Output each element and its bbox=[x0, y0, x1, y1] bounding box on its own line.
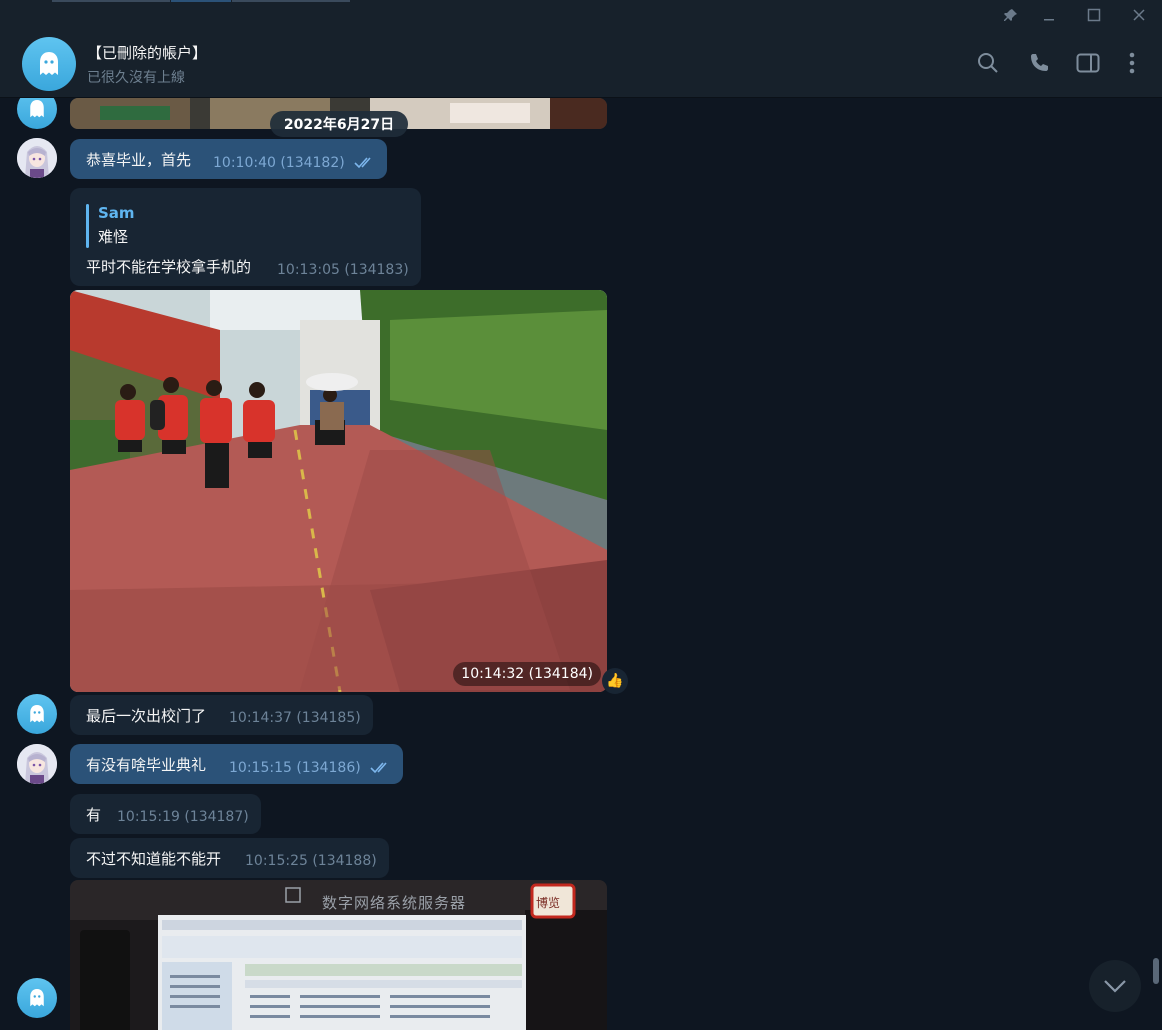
tab-indicator[interactable] bbox=[232, 0, 350, 2]
chat-title[interactable]: 【已刪除的帳户】 bbox=[87, 42, 207, 63]
chat-avatar[interactable] bbox=[22, 37, 76, 91]
photo-message[interactable]: 数字网络系统服务器 博览 bbox=[70, 880, 607, 1030]
message-time: 10:13:05 (134183) bbox=[277, 262, 409, 278]
ghost-icon bbox=[30, 100, 44, 118]
sidebar-toggle-icon[interactable] bbox=[1075, 50, 1101, 76]
anime-avatar-image bbox=[17, 744, 57, 784]
close-icon[interactable] bbox=[1127, 4, 1151, 26]
outgoing-message[interactable]: 恭喜毕业，首先 10:10:40 (134182) bbox=[70, 139, 387, 179]
chat-header: 【已刪除的帳户】 已很久沒有上線 bbox=[0, 30, 1162, 98]
sender-avatar[interactable] bbox=[17, 694, 57, 734]
reply-text[interactable]: 难怪 bbox=[98, 226, 128, 247]
more-menu-icon[interactable] bbox=[1119, 50, 1145, 76]
message-time: 10:15:19 (134187) bbox=[117, 809, 249, 825]
message-time: 10:14:37 (134185) bbox=[229, 710, 361, 726]
message-text: 最后一次出校门了 bbox=[86, 707, 207, 725]
ghost-icon bbox=[40, 52, 58, 75]
incoming-message[interactable]: 最后一次出校门了 10:14:37 (134185) bbox=[70, 695, 373, 735]
anime-avatar-image bbox=[17, 138, 57, 178]
photo-sign-text: 数字网络系统服务器 bbox=[322, 894, 467, 912]
message-time: 10:15:15 (134186) bbox=[229, 760, 361, 776]
incoming-message[interactable]: Sam 难怪 平时不能在学校拿手机的 10:13:05 (134183) bbox=[70, 188, 421, 286]
message-text: 平时不能在学校拿手机的 bbox=[86, 258, 252, 276]
photo-stamp-text: 博览 bbox=[536, 896, 561, 910]
my-avatar[interactable] bbox=[17, 744, 57, 784]
sender-avatar[interactable] bbox=[17, 98, 57, 129]
date-separator: 2022年6月27日 bbox=[270, 111, 408, 137]
pin-icon[interactable] bbox=[999, 4, 1023, 26]
reaction-thumbs-up[interactable]: 👍 bbox=[602, 668, 628, 694]
read-checks-icon bbox=[354, 157, 371, 169]
photo-image bbox=[70, 290, 607, 692]
minimize-icon[interactable] bbox=[1037, 4, 1061, 26]
scroll-to-bottom-button[interactable] bbox=[1089, 960, 1141, 1012]
message-text: 恭喜毕业，首先 bbox=[86, 151, 192, 169]
sender-avatar[interactable] bbox=[17, 978, 57, 1018]
message-time: 10:15:25 (134188) bbox=[245, 853, 377, 869]
search-icon[interactable] bbox=[975, 50, 1001, 76]
chevron-down-icon bbox=[1104, 980, 1126, 993]
maximize-icon[interactable] bbox=[1082, 4, 1106, 26]
photo-time-overlay: 10:14:32 (134184) bbox=[453, 662, 601, 686]
message-text: 有没有啥毕业典礼 bbox=[86, 756, 207, 774]
read-checks-icon bbox=[370, 762, 387, 774]
chat-status: 已很久沒有上線 bbox=[87, 70, 185, 86]
outgoing-message[interactable]: 有没有啥毕业典礼 10:15:15 (134186) bbox=[70, 744, 403, 784]
message-text: 有 bbox=[86, 806, 102, 824]
phone-icon[interactable] bbox=[1026, 50, 1052, 76]
ghost-icon bbox=[30, 989, 44, 1007]
scrollbar-thumb[interactable] bbox=[1153, 958, 1159, 984]
ghost-icon bbox=[30, 705, 44, 723]
my-avatar[interactable] bbox=[17, 138, 57, 178]
incoming-message[interactable]: 不过不知道能不能开 10:15:25 (134188) bbox=[70, 838, 389, 878]
message-text: 不过不知道能不能开 bbox=[86, 850, 222, 868]
message-time: 10:10:40 (134182) bbox=[213, 155, 345, 171]
window-titlebar bbox=[0, 0, 1162, 30]
message-time: 10:14:32 (134184) bbox=[461, 666, 593, 682]
reply-author[interactable]: Sam bbox=[98, 204, 135, 222]
message-list[interactable]: 2022年6月27日 恭喜毕业，首先 10:10:40 (134182) Sam… bbox=[0, 98, 1162, 1030]
tab-indicator-active[interactable] bbox=[171, 0, 231, 2]
reply-bar bbox=[86, 204, 89, 248]
tab-indicator[interactable] bbox=[52, 0, 170, 2]
incoming-message[interactable]: 有 10:15:19 (134187) bbox=[70, 794, 261, 834]
photo-message[interactable]: 10:14:32 (134184) bbox=[70, 290, 607, 692]
